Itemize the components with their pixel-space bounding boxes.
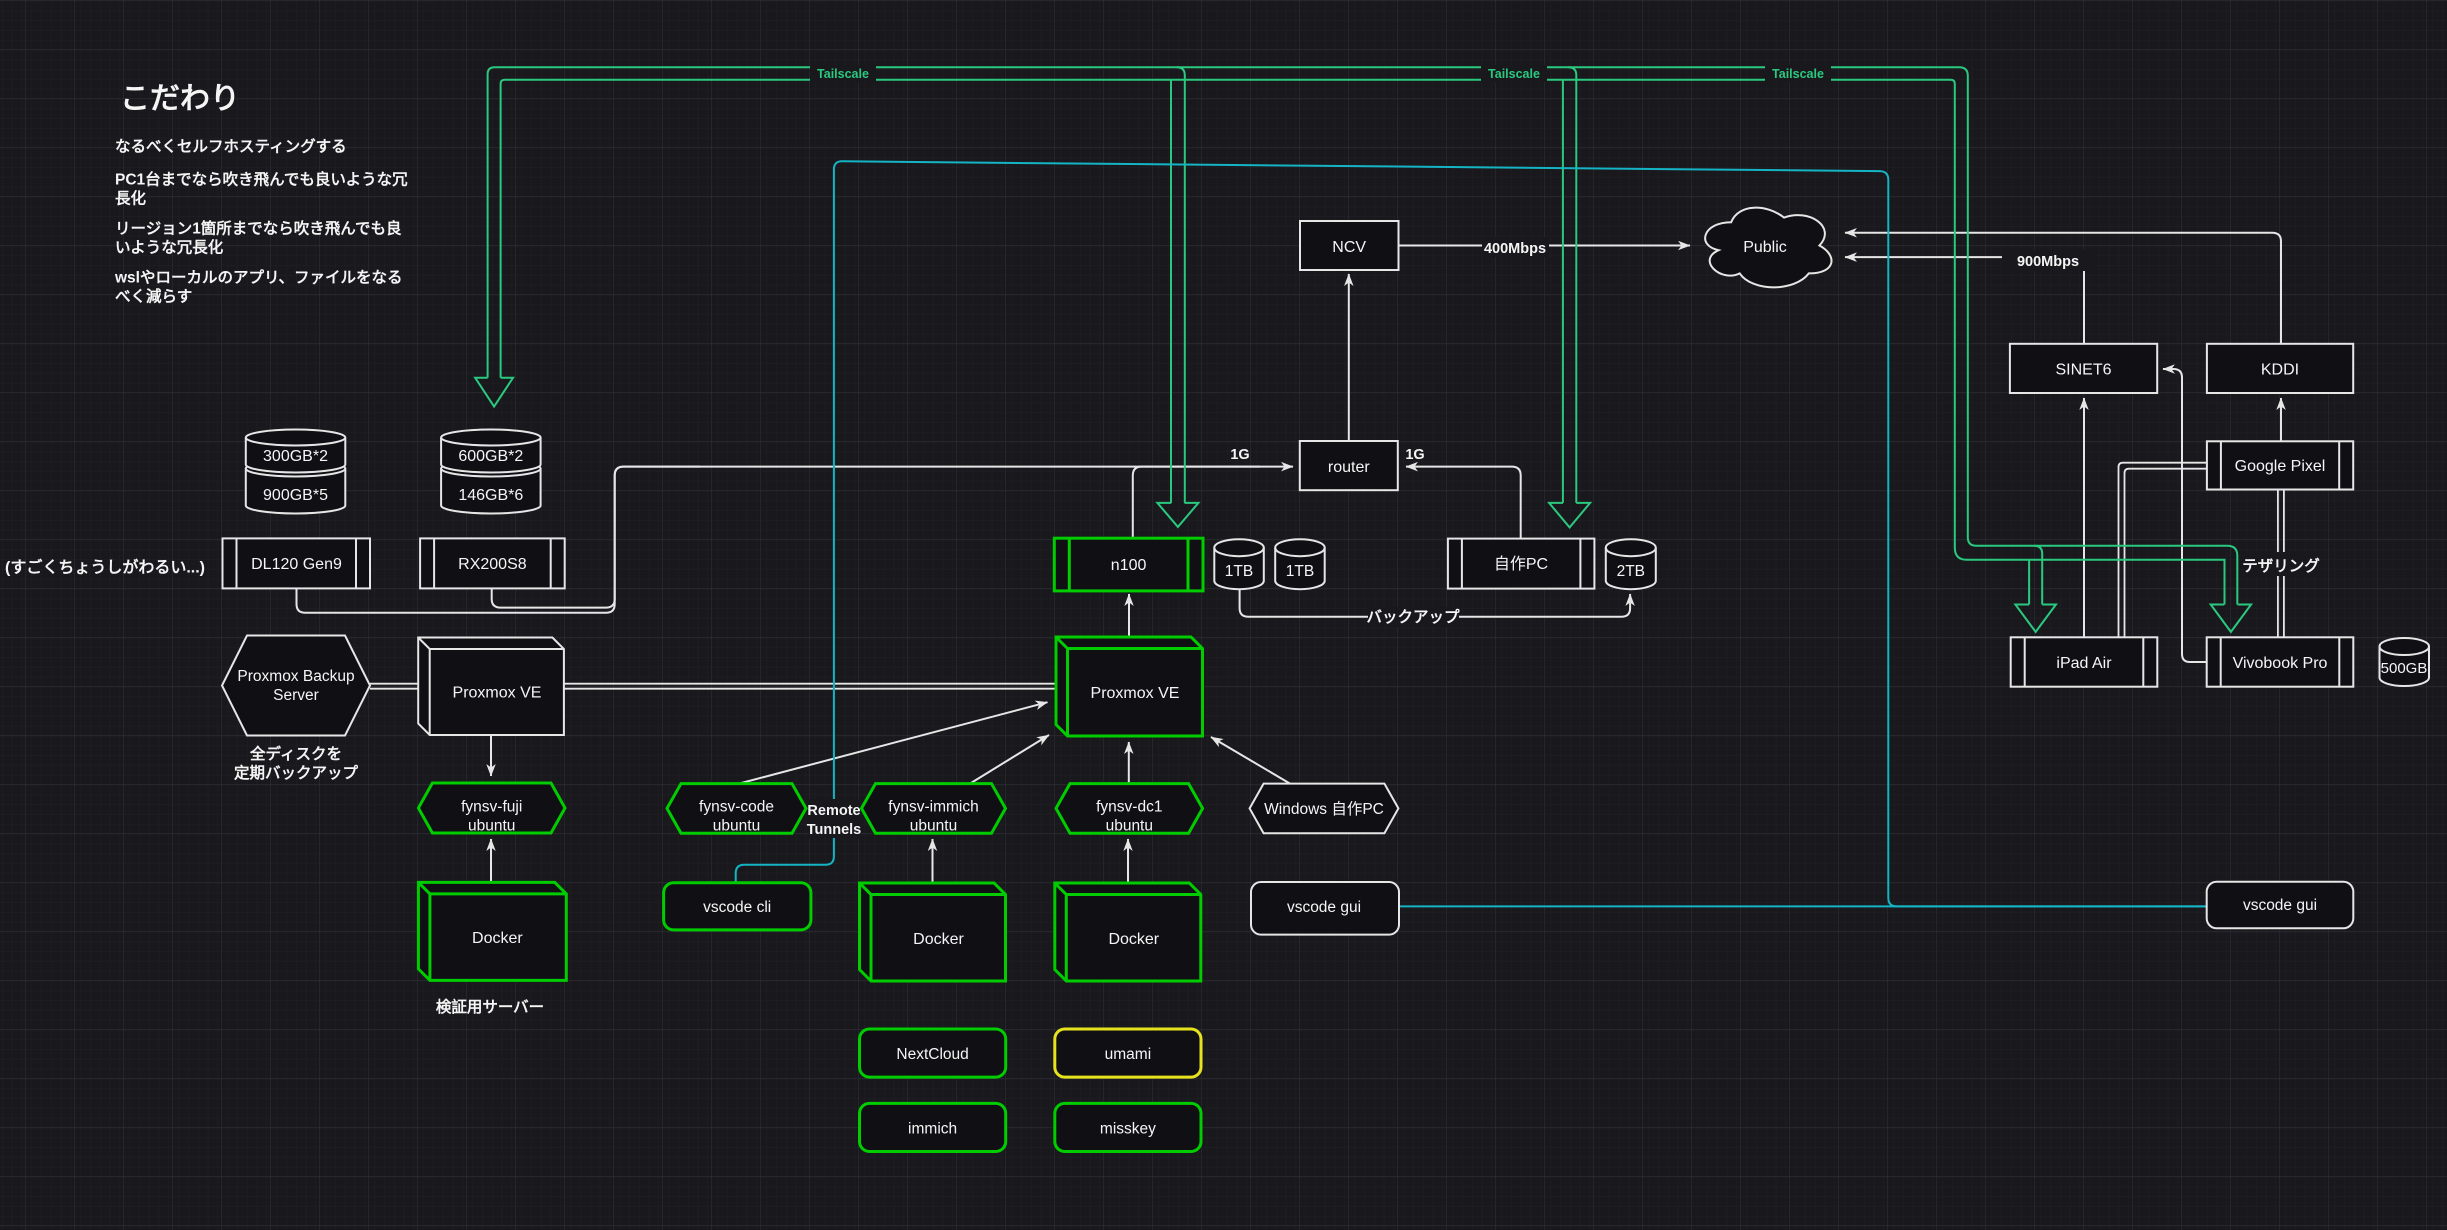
svg-text:(すごくちょうしがわるい...): (すごくちょうしがわるい...) (5, 558, 205, 577)
svg-text:定期バックアップ: 定期バックアップ (234, 763, 359, 782)
svg-text:全ディスクを: 全ディスクを (249, 744, 342, 763)
svg-text:fynsv-fuji: fynsv-fuji (461, 799, 522, 816)
svg-text:146GB*6: 146GB*6 (458, 487, 523, 504)
svg-text:Tailscale: Tailscale (817, 67, 869, 81)
svg-text:vscode gui: vscode gui (1287, 899, 1361, 916)
svg-text:Docker: Docker (472, 930, 523, 947)
svg-text:2TB: 2TB (1617, 563, 1645, 580)
svg-text:Tailscale: Tailscale (1772, 67, 1824, 81)
svg-text:Proxmox VE: Proxmox VE (1091, 685, 1180, 702)
svg-text:こだわり: こだわり (120, 83, 240, 116)
svg-text:1G: 1G (1405, 447, 1424, 463)
svg-text:umami: umami (1105, 1046, 1152, 1063)
svg-text:べく減らす: べく減らす (115, 287, 192, 306)
svg-text:なるべくセルフホスティングする: なるべくセルフホスティングする (115, 137, 347, 156)
svg-text:900GB*5: 900GB*5 (263, 487, 328, 504)
svg-text:Tunnels: Tunnels (807, 822, 862, 838)
svg-text:SINET6: SINET6 (2055, 362, 2111, 379)
svg-text:いような冗長化: いような冗長化 (115, 238, 224, 257)
svg-text:Remote: Remote (807, 803, 860, 819)
svg-text:fynsv-dc1: fynsv-dc1 (1096, 799, 1162, 816)
svg-text:wslやローカルのアプリ、ファイルをなる: wslやローカルのアプリ、ファイルをなる (114, 268, 403, 287)
svg-text:ubuntu: ubuntu (1106, 818, 1153, 835)
svg-text:fynsv-code: fynsv-code (699, 799, 774, 816)
svg-text:iPad Air: iPad Air (2056, 655, 2112, 672)
svg-text:misskey: misskey (1100, 1121, 1156, 1138)
svg-text:Server: Server (273, 687, 319, 704)
svg-text:検証用サーバー: 検証用サーバー (436, 997, 544, 1016)
svg-text:1TB: 1TB (1286, 563, 1314, 580)
svg-text:NCV: NCV (1332, 239, 1366, 256)
svg-text:900Mbps: 900Mbps (2017, 254, 2079, 270)
svg-text:ubuntu: ubuntu (910, 818, 957, 835)
svg-text:Google Pixel: Google Pixel (2235, 458, 2326, 475)
svg-text:ubuntu: ubuntu (713, 818, 760, 835)
svg-text:Windows 自作PC: Windows 自作PC (1264, 800, 1384, 818)
svg-text:600GB*2: 600GB*2 (458, 448, 523, 465)
svg-text:immich: immich (908, 1121, 957, 1138)
svg-text:vscode gui: vscode gui (2243, 897, 2317, 914)
svg-text:PC1台までなら吹き飛んでも良いような冗: PC1台までなら吹き飛んでも良いような冗 (115, 170, 408, 189)
svg-text:テザリング: テザリング (2242, 556, 2320, 575)
svg-text:400Mbps: 400Mbps (1484, 241, 1546, 257)
svg-text:router: router (1328, 459, 1370, 476)
svg-text:自作PC: 自作PC (1494, 555, 1548, 573)
svg-text:fynsv-immich: fynsv-immich (888, 799, 978, 816)
svg-text:バックアップ: バックアップ (1366, 607, 1460, 626)
svg-text:RX200S8: RX200S8 (458, 556, 527, 573)
svg-text:NextCloud: NextCloud (896, 1046, 968, 1063)
svg-text:Docker: Docker (1108, 931, 1159, 948)
svg-text:ubuntu: ubuntu (468, 818, 515, 835)
svg-text:Tailscale: Tailscale (1488, 67, 1540, 81)
svg-text:300GB*2: 300GB*2 (263, 448, 328, 465)
svg-text:リージョン1箇所までなら吹き飛んでも良: リージョン1箇所までなら吹き飛んでも良 (115, 219, 402, 238)
svg-text:Public: Public (1743, 239, 1787, 256)
svg-text:Proxmox Backup: Proxmox Backup (237, 668, 354, 685)
svg-text:DL120 Gen9: DL120 Gen9 (251, 556, 342, 573)
svg-text:1G: 1G (1230, 447, 1249, 463)
svg-text:vscode cli: vscode cli (703, 899, 771, 916)
svg-text:Docker: Docker (913, 931, 964, 948)
svg-text:1TB: 1TB (1225, 563, 1253, 580)
svg-text:500GB: 500GB (2381, 660, 2428, 677)
svg-text:Vivobook Pro: Vivobook Pro (2233, 655, 2328, 672)
svg-text:n100: n100 (1111, 557, 1147, 574)
svg-text:KDDI: KDDI (2261, 362, 2299, 379)
svg-text:長化: 長化 (115, 189, 147, 208)
svg-text:Proxmox VE: Proxmox VE (453, 685, 542, 702)
